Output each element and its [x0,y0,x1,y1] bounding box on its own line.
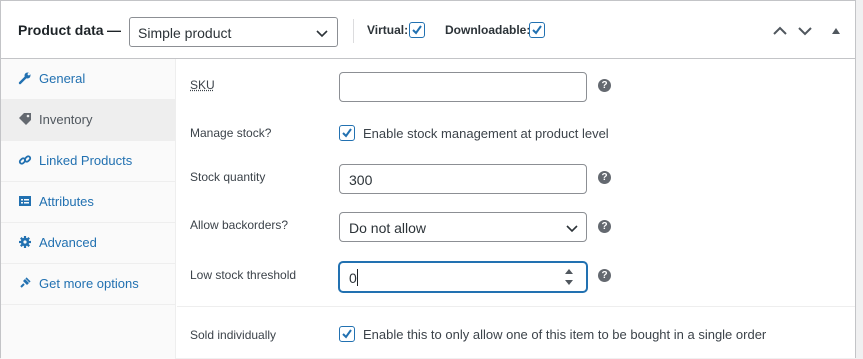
section-divider [177,306,855,307]
number-spinner-icon[interactable] [565,268,573,286]
chevron-down-icon [316,30,328,38]
help-icon[interactable]: ? [598,79,611,92]
tab-label: Advanced [39,235,97,250]
manage-stock-label: Manage stock? [190,126,272,140]
stock-quantity-input[interactable]: 300 [339,164,587,194]
plugin-icon [20,277,31,288]
title-dash: — [107,22,121,38]
tag-icon [19,113,31,125]
help-icon[interactable]: ? [598,269,611,282]
check-icon [412,25,422,35]
tab-inventory[interactable]: Inventory [1,100,176,141]
collapse-toggle-icon[interactable] [831,27,841,35]
move-up-icon[interactable] [773,26,787,36]
low-stock-threshold-input[interactable]: 0 [339,262,587,292]
tab-label: Inventory [39,112,93,127]
manage-stock-text: Enable stock management at product level [363,126,609,141]
downloadable-checkbox[interactable] [529,22,545,38]
product-data-tabs: General Inventory Linked Products Attrib… [1,59,176,359]
backorders-select[interactable]: Do not allow [339,212,587,242]
tab-label: Get more options [39,276,139,291]
sold-individually-text: Enable this to only allow one of this it… [363,327,767,342]
virtual-label: Virtual: [367,23,409,37]
stock-quantity-value: 300 [349,172,373,188]
check-icon [342,128,352,138]
move-down-icon[interactable] [798,26,812,36]
downloadable-label: Downloadable: [445,23,531,37]
sku-input[interactable] [339,72,587,102]
sold-individually-label: Sold individually [190,328,277,342]
backorders-label: Allow backorders? [190,218,289,232]
sold-individually-checkbox[interactable] [339,326,355,342]
backorders-value: Do not allow [349,220,427,236]
panel-header: Product data — Simple product Virtual: D… [1,1,855,59]
product-type-value: Simple product [138,25,232,41]
stock-quantity-label: Stock quantity [190,170,266,184]
inventory-panel: SKU ? Manage stock? Enable stock managem… [177,59,855,359]
text-caret [357,269,358,286]
tab-get-more-options[interactable]: Get more options [1,264,176,305]
chevron-down-icon [566,225,578,233]
check-icon [342,329,352,339]
list-icon [19,196,31,206]
header-separator [353,19,354,43]
virtual-checkbox[interactable] [409,22,425,38]
product-type-select[interactable]: Simple product [129,17,338,47]
product-data-panel: Product data — Simple product Virtual: D… [0,0,856,359]
panel-title: Product data [18,22,104,38]
wrench-icon [18,72,31,85]
tab-general[interactable]: General [1,59,176,100]
tab-linked-products[interactable]: Linked Products [1,141,176,182]
help-icon[interactable]: ? [598,171,611,184]
manage-stock-checkbox[interactable] [339,125,355,141]
link-icon [18,155,32,165]
check-icon [532,25,542,35]
tab-label: General [39,71,86,86]
gear-icon [19,236,31,248]
tab-advanced[interactable]: Advanced [1,223,176,264]
tab-label: Linked Products [39,153,133,168]
help-icon[interactable]: ? [598,220,611,233]
low-stock-threshold-value: 0 [349,270,357,286]
low-stock-threshold-label: Low stock threshold [190,268,297,282]
sku-label: SKU [190,78,215,92]
tab-attributes[interactable]: Attributes [1,182,176,223]
tab-label: Attributes [39,194,94,209]
